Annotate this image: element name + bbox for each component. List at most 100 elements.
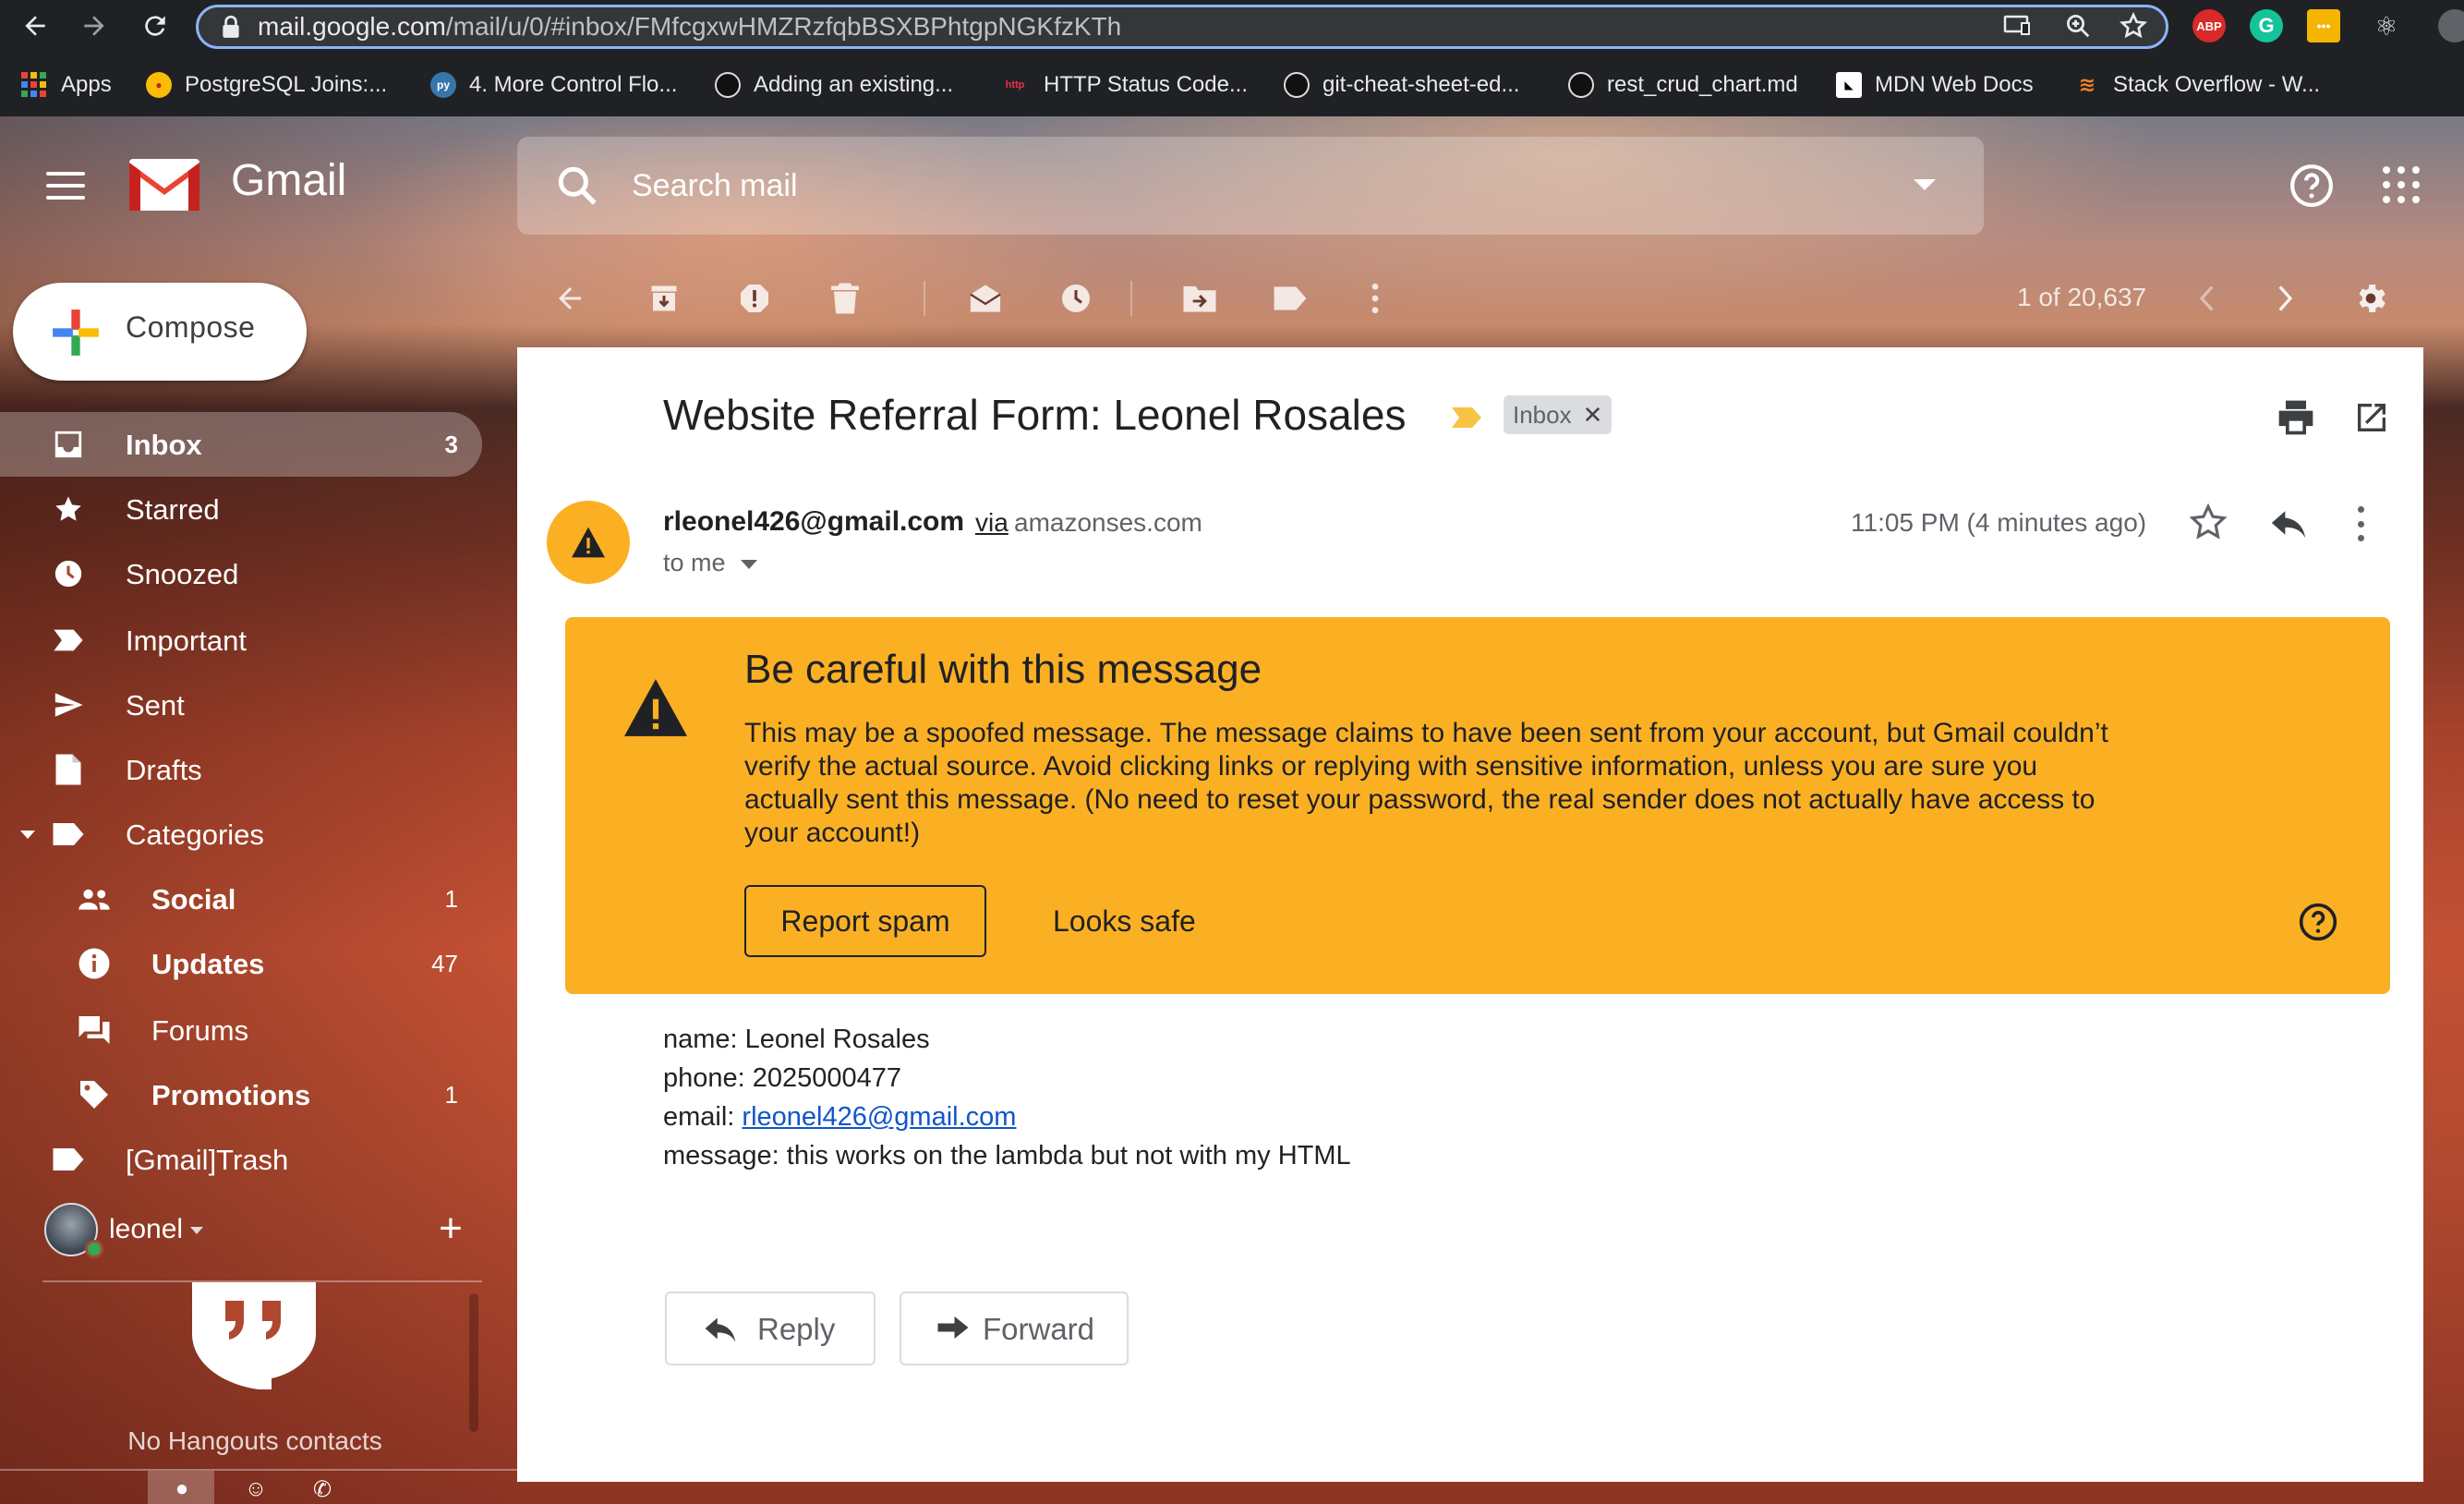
phone-tab-icon[interactable]: ✆ xyxy=(308,1476,336,1504)
report-spam-icon[interactable] xyxy=(733,277,776,320)
github-icon xyxy=(1284,72,1310,98)
compose-button[interactable]: Compose xyxy=(13,283,307,381)
chat-tab-icon[interactable]: ☺ xyxy=(242,1476,270,1504)
forward-button[interactable]: Forward xyxy=(900,1292,1129,1365)
sidebar-item-sent[interactable]: Sent xyxy=(0,673,482,737)
message-timestamp: 11:05 PM (4 minutes ago) xyxy=(1851,508,2147,537)
profile-avatar-icon[interactable] xyxy=(2438,9,2464,42)
online-status-dot xyxy=(85,1240,103,1258)
reply-arrow-icon[interactable] xyxy=(2268,504,2309,541)
labels-icon[interactable] xyxy=(1269,277,1311,320)
bookmark-mdn[interactable]: ◣ MDN Web Docs xyxy=(1836,65,2034,105)
browser-chrome: mail.google.com/mail/u/0/#inbox/FMfcgxwH… xyxy=(0,0,2464,116)
delete-trash-icon[interactable] xyxy=(824,277,866,320)
sidebar-item-updates[interactable]: Updates 47 xyxy=(0,931,482,996)
reply-arrow-icon xyxy=(705,1317,736,1342)
bookmark-apps[interactable]: Apps xyxy=(20,65,112,105)
help-icon[interactable] xyxy=(2298,902,2338,942)
move-to-folder-icon[interactable] xyxy=(1178,277,1221,320)
bookmark-label: PostgreSQL Joins:... xyxy=(185,72,388,97)
search-bar[interactable] xyxy=(517,137,1984,235)
sidebar-item-promotions[interactable]: Promotions 1 xyxy=(0,1062,482,1127)
react-devtools-extension-icon[interactable]: ⚛ xyxy=(2370,9,2403,42)
open-in-new-window-icon[interactable] xyxy=(2353,399,2390,436)
forward-arrow-icon[interactable] xyxy=(74,6,115,46)
via-link[interactable]: via xyxy=(975,508,1009,538)
report-spam-button[interactable]: Report spam xyxy=(744,885,986,957)
snooze-clock-icon[interactable] xyxy=(1055,277,1097,320)
search-icon[interactable] xyxy=(554,163,600,209)
search-input[interactable] xyxy=(632,161,1832,211)
remove-label-close-icon[interactable]: ✕ xyxy=(1583,401,1603,430)
sender-avatar-warning xyxy=(547,501,630,584)
bookmark-postgresql[interactable]: ● PostgreSQL Joins:... xyxy=(146,65,387,105)
archive-icon[interactable] xyxy=(643,277,685,320)
bookmark-http-status[interactable]: http HTTP Status Code... xyxy=(999,65,1248,105)
notes-extension-icon[interactable]: ••• xyxy=(2307,9,2340,42)
message-body: name: Leonel Rosales phone: 2025000477 e… xyxy=(663,1020,1351,1175)
sidebar-item-label: [Gmail]Trash xyxy=(126,1144,289,1176)
user-menu-caret-icon[interactable] xyxy=(190,1227,203,1234)
bookmark-rest-crud[interactable]: rest_crud_chart.md xyxy=(1568,65,1798,105)
star-icon xyxy=(52,492,85,526)
warning-body: This may be a spoofed message. The messa… xyxy=(744,718,2108,848)
sidebar-item-forums[interactable]: Forums xyxy=(0,998,482,1062)
message-pager-count: 1 of 20,637 xyxy=(2017,283,2147,311)
url-host: mail.google.com xyxy=(258,12,446,41)
sidebar-item-important[interactable]: Important xyxy=(0,608,482,673)
github-icon xyxy=(715,72,741,98)
settings-gear-icon[interactable] xyxy=(2349,277,2392,320)
address-bar[interactable]: mail.google.com/mail/u/0/#inbox/FMfcgxwH… xyxy=(196,5,2168,49)
bookmark-stack-overflow[interactable]: ≋ Stack Overflow - W... xyxy=(2074,65,2320,105)
bookmark-star-icon[interactable] xyxy=(2117,9,2150,42)
sidebar-item-trash[interactable]: [Gmail]Trash xyxy=(0,1127,482,1192)
inbox-icon xyxy=(52,428,85,461)
contacts-tab-icon[interactable]: ● xyxy=(168,1476,196,1504)
support-icon[interactable] xyxy=(2289,163,2335,209)
star-icon[interactable] xyxy=(2189,503,2228,541)
sidebar-item-social[interactable]: Social 1 xyxy=(0,867,482,931)
inbox-label-chip: Inbox ✕ xyxy=(1504,395,1612,434)
hangouts-user[interactable]: leonel + xyxy=(0,1199,482,1264)
new-conversation-plus-icon[interactable]: + xyxy=(432,1208,469,1249)
sender-email[interactable]: rleonel426@gmail.com xyxy=(663,506,964,538)
bookmark-github-adding[interactable]: Adding an existing... xyxy=(715,65,953,105)
body-email-link[interactable]: rleonel426@gmail.com xyxy=(742,1102,1016,1132)
grammarly-extension-icon[interactable]: G xyxy=(2250,9,2283,42)
more-actions-icon[interactable] xyxy=(1354,277,1396,320)
looks-safe-button[interactable]: Looks safe xyxy=(1031,885,1215,957)
reload-icon[interactable] xyxy=(135,6,175,46)
expand-caret-icon[interactable] xyxy=(20,831,35,839)
unread-count: 1 xyxy=(444,1081,458,1109)
bookmark-python-docs[interactable]: py 4. More Control Flo... xyxy=(430,65,677,105)
older-chevron-right-icon[interactable] xyxy=(2265,277,2307,320)
sidebar-item-drafts[interactable]: Drafts xyxy=(0,737,482,802)
mark-unread-icon[interactable] xyxy=(964,277,1007,320)
cast-icon[interactable] xyxy=(2000,9,2034,42)
back-arrow-icon[interactable] xyxy=(15,6,55,46)
hangouts-scrollbar[interactable] xyxy=(469,1293,478,1432)
newer-chevron-left-icon[interactable] xyxy=(2185,277,2228,320)
print-icon[interactable] xyxy=(2276,397,2316,438)
body-email-line: email: rleonel426@gmail.com xyxy=(663,1098,1351,1136)
sidebar-item-starred[interactable]: Starred xyxy=(0,477,482,541)
search-options-caret-icon[interactable] xyxy=(1914,179,1936,190)
sidebar-item-snoozed[interactable]: Snoozed xyxy=(0,541,482,606)
sidebar-item-label: Forums xyxy=(151,1014,249,1047)
sidebar-item-categories[interactable]: Categories xyxy=(0,802,482,867)
bookmark-git-cheat-sheet[interactable]: git-cheat-sheet-ed... xyxy=(1284,65,1519,105)
sidebar-item-inbox[interactable]: Inbox 3 xyxy=(0,412,482,477)
important-marker-icon[interactable] xyxy=(1450,405,1483,431)
reply-button[interactable]: Reply xyxy=(665,1292,876,1365)
adblock-extension-icon[interactable]: ABP xyxy=(2192,9,2226,42)
main-menu-icon[interactable] xyxy=(46,163,92,209)
sidebar-item-label: Snoozed xyxy=(126,558,239,590)
back-to-inbox-icon[interactable] xyxy=(549,277,591,320)
more-options-icon[interactable] xyxy=(2355,506,2366,541)
forum-icon xyxy=(78,1013,111,1047)
user-name[interactable]: leonel xyxy=(109,1214,183,1245)
show-details-caret-icon[interactable] xyxy=(741,560,757,569)
google-apps-icon[interactable] xyxy=(2383,166,2420,203)
forward-arrow-icon xyxy=(937,1316,969,1339)
zoom-icon[interactable] xyxy=(2061,9,2095,42)
